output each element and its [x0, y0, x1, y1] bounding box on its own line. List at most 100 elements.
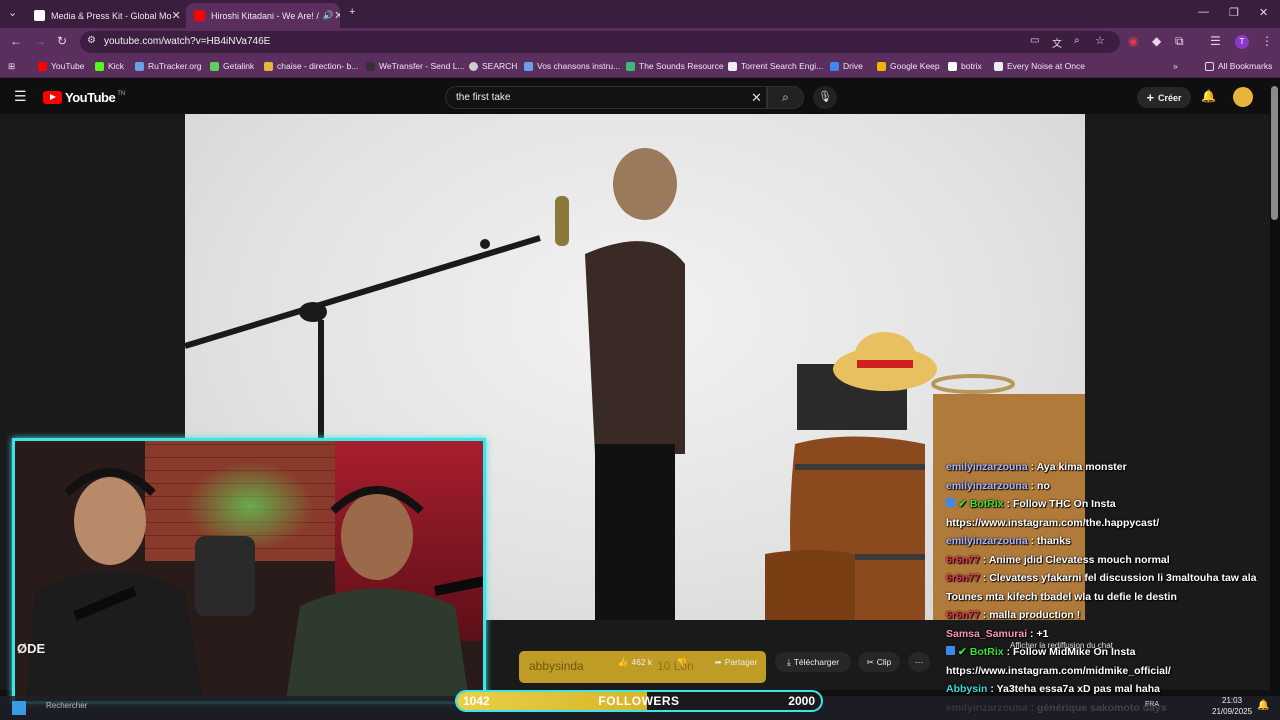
- profile-avatar[interactable]: T: [1235, 35, 1249, 49]
- taskbar-search[interactable]: Rechercher: [46, 701, 87, 710]
- system-clock[interactable]: 21:03 21/09/2025: [1212, 695, 1252, 717]
- chat-username[interactable]: Samsa_Samurai: [946, 628, 1027, 640]
- chat-username[interactable]: 6r6n77: [946, 609, 980, 621]
- more-actions-button[interactable]: ⋯: [908, 652, 930, 672]
- bookmark-rutracker[interactable]: RuTracker.org: [135, 61, 202, 71]
- browser-tab-press-kit[interactable]: Media & Press Kit - Global Mo ✕: [26, 3, 182, 28]
- new-tab-icon[interactable]: +: [349, 6, 355, 18]
- clip-button[interactable]: ✂ Clip: [858, 652, 900, 672]
- bookmark-label: Every Noise at Once: [1007, 61, 1085, 71]
- share-button[interactable]: ➦ Partager: [706, 652, 766, 672]
- download-button[interactable]: ⤓ Télécharger: [775, 652, 851, 672]
- address-bar[interactable]: ⚙ youtube.com/watch?v=HB4iNVa746E ▭ 文 ⌕ …: [80, 31, 1120, 53]
- youtube-logo[interactable]: YouTube TN: [43, 90, 125, 105]
- chat-message: https://www.instagram.com/midmike_offici…: [946, 662, 1280, 681]
- language-indicator[interactable]: FRA: [1145, 701, 1159, 708]
- all-bookmarks-folder[interactable]: All Bookmarks: [1205, 61, 1272, 71]
- tab-search-icon[interactable]: ⌄: [8, 6, 17, 19]
- chat-replay-tooltip[interactable]: Afficher la rediffusion du chat: [1010, 641, 1113, 650]
- bookmark-chansons[interactable]: Vos chansons instru...: [524, 61, 620, 71]
- bookmark-star-icon[interactable]: ☆: [1095, 34, 1105, 47]
- chat-username[interactable]: BotRix: [970, 646, 1004, 658]
- reading-list-icon[interactable]: ☰: [1210, 34, 1221, 48]
- chat-message: Tounes mta kifech tbadel wla tu defie le…: [946, 588, 1280, 607]
- close-window-icon[interactable]: ✕: [1259, 6, 1268, 19]
- browser-tab-youtube[interactable]: Hiroshi Kitadani - We Are! / 🔊 ✕: [186, 3, 340, 28]
- chat-username[interactable]: BotRix: [970, 498, 1004, 510]
- browser-menu-icon[interactable]: ⋮: [1261, 34, 1273, 48]
- clear-search-icon[interactable]: ✕: [751, 90, 762, 106]
- page-scrollbar[interactable]: [1271, 86, 1278, 220]
- followers-goal: 2000: [788, 694, 815, 708]
- extensions-puzzle-icon[interactable]: ⧉: [1175, 34, 1184, 49]
- zoom-icon[interactable]: ⌕: [1074, 35, 1080, 46]
- bookmark-chaise[interactable]: chaise - direction- b...: [264, 61, 358, 71]
- notifications-bell-icon[interactable]: 🔔: [1201, 89, 1216, 103]
- tab-title: Media & Press Kit - Global Mo: [51, 10, 172, 21]
- bookmark-google-keep[interactable]: Google Keep: [877, 61, 940, 71]
- forward-icon[interactable]: →: [34, 34, 46, 48]
- site-info-icon[interactable]: ⚙: [87, 35, 96, 46]
- chat-username[interactable]: emilyinzarzouna: [946, 461, 1028, 473]
- bookmark-wetransfer[interactable]: WeTransfer - Send L...: [366, 61, 465, 71]
- chat-separator: :: [979, 609, 990, 621]
- minimize-icon[interactable]: —: [1198, 6, 1209, 18]
- like-button[interactable]: 👍 462 k: [610, 652, 660, 672]
- user-avatar[interactable]: [1233, 87, 1253, 107]
- bookmark-every-noise[interactable]: Every Noise at Once: [994, 61, 1085, 71]
- close-tab-icon[interactable]: ✕: [334, 9, 340, 22]
- url-text[interactable]: youtube.com/watch?v=HB4iNVa746E: [104, 36, 270, 47]
- chat-text: Tounes mta kifech tbadel wla tu defie le…: [946, 590, 1177, 603]
- back-icon[interactable]: ←: [10, 34, 22, 48]
- cast-icon[interactable]: ▭: [1030, 35, 1039, 46]
- translate-icon[interactable]: 文: [1052, 35, 1062, 50]
- bookmark-label: botrix: [961, 61, 982, 71]
- apps-grid-icon[interactable]: ⊞: [8, 61, 15, 72]
- chat-username[interactable]: 6r6n77: [946, 554, 980, 566]
- verified-icon: ✔: [958, 498, 967, 510]
- extension-icon[interactable]: ◆: [1152, 34, 1161, 48]
- dislike-button[interactable]: 👎: [672, 652, 692, 672]
- bookmark-label: WeTransfer - Send L...: [379, 61, 465, 71]
- logo-country: TN: [117, 90, 126, 97]
- hamburger-menu-icon[interactable]: ☰: [14, 88, 27, 105]
- extension-icon[interactable]: ◉: [1128, 34, 1138, 48]
- audio-playing-icon[interactable]: 🔊: [323, 10, 334, 21]
- search-button[interactable]: ⌕: [767, 86, 804, 109]
- search-input[interactable]: the first take ✕: [445, 86, 767, 109]
- thumbs-down-icon: 👎: [676, 656, 688, 667]
- create-button[interactable]: + Créer: [1137, 87, 1191, 108]
- chat-username[interactable]: emilyinzarzouna: [946, 535, 1028, 547]
- notification-icon[interactable]: 🔔: [1257, 700, 1269, 711]
- bookmark-kick[interactable]: Kick: [95, 61, 124, 71]
- chat-username[interactable]: Abbysin: [946, 683, 987, 695]
- botrix-icon: [948, 61, 957, 71]
- chat-username[interactable]: emilyinzarzouna: [946, 480, 1028, 492]
- more-bookmarks-icon[interactable]: »: [1173, 61, 1178, 71]
- restore-icon[interactable]: ❐: [1229, 6, 1239, 19]
- clock-date: 21/09/2025: [1212, 707, 1253, 716]
- chat-username[interactable]: 6r6n77: [946, 572, 980, 584]
- like-count: 462 k: [631, 657, 653, 667]
- chat-separator: :: [987, 683, 997, 695]
- voice-search-button[interactable]: 🎙: [813, 86, 837, 109]
- windows-start-icon[interactable]: [12, 701, 26, 715]
- bookmark-getalink[interactable]: Getalink: [210, 61, 254, 71]
- reload-icon[interactable]: ↻: [57, 34, 67, 48]
- tab-favicon-icon: [34, 10, 45, 21]
- rutracker-icon: [135, 61, 144, 71]
- bookmark-search[interactable]: SEARCH: [469, 61, 517, 71]
- bookmark-youtube[interactable]: YouTube: [38, 61, 84, 71]
- chat-text: https://www.instagram.com/the.happycast/: [946, 516, 1160, 529]
- chat-message: ✔ BotRix : Follow MidMike On Insta: [946, 643, 1280, 662]
- music-icon: [524, 61, 533, 71]
- close-tab-icon[interactable]: ✕: [172, 9, 181, 22]
- kick-icon: [95, 61, 104, 71]
- page-icon: [728, 61, 737, 71]
- chat-separator: :: [1003, 498, 1013, 510]
- bookmark-label: RuTracker.org: [148, 61, 202, 71]
- bookmark-sounds-resource[interactable]: The Sounds Resource: [626, 61, 724, 71]
- bookmark-drive[interactable]: Drive: [830, 61, 863, 71]
- bookmark-torrent-search[interactable]: Torrent Search Engi...: [728, 61, 823, 71]
- bookmark-botrix[interactable]: botrix: [948, 61, 982, 71]
